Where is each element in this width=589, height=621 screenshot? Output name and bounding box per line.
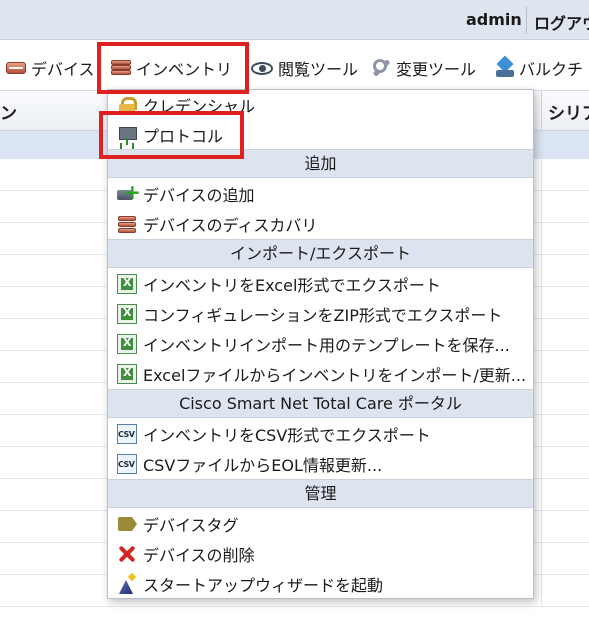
menu-item-update-eol[interactable]: CSVファイルからEOL情報更新...	[108, 449, 533, 479]
menu-item-label: インベントリインポート用のテンプレートを保存...	[143, 336, 510, 355]
menu-item-device-tags[interactable]: デバイスタグ	[108, 509, 533, 539]
excel-icon	[117, 274, 137, 294]
wizard-icon	[117, 574, 137, 594]
menu-item-add-device[interactable]: デバイスの追加	[108, 179, 533, 209]
main-toolbar: デバイス インベントリ 閲覧ツール 変更ツール バルクチ	[0, 41, 589, 91]
menu-item-label: デバイスの削除	[143, 546, 255, 565]
inventory-icon	[111, 60, 131, 76]
protocol-icon	[117, 125, 137, 145]
menu-item-label: デバイスタグ	[143, 516, 239, 535]
menu-item-label: インベントリをCSV形式でエクスポート	[143, 426, 431, 445]
lock-icon	[117, 95, 137, 115]
inventory-dropdown-menu: クレデンシャル プロトコル 追加 デバイスの追加 デバイスのディスカバリ インポ…	[107, 89, 534, 599]
menu-item-label: インベントリをExcel形式でエクスポート	[143, 276, 441, 295]
toolbar-change-tools-button[interactable]: 変更ツール	[371, 55, 476, 81]
toolbar-devices-button[interactable]: デバイス	[6, 55, 95, 81]
wrench-icon	[371, 58, 391, 78]
device-icon	[6, 62, 26, 74]
tag-icon	[117, 514, 137, 534]
bulk-icon	[496, 58, 514, 78]
toolbar-inventory-label: インベントリ	[136, 60, 233, 79]
excel-icon	[117, 364, 137, 384]
menu-item-label: CSVファイルからEOL情報更新...	[143, 456, 383, 475]
menu-section-import-export: インポート/エクスポート	[108, 239, 533, 268]
delete-icon	[117, 544, 137, 564]
menu-item-import-excel[interactable]: Excelファイルからインベントリをインポート/更新...	[108, 359, 533, 389]
menu-item-label: Excelファイルからインベントリをインポート/更新...	[143, 366, 527, 385]
column-divider	[541, 91, 542, 131]
menu-section-add: 追加	[108, 149, 533, 178]
excel-icon	[117, 334, 137, 354]
menu-item-discovery[interactable]: デバイスのディスカバリ	[108, 209, 533, 239]
top-bar: admin ログアウ	[0, 0, 589, 40]
menu-item-label: デバイスのディスカバリ	[143, 216, 318, 235]
menu-item-startup-wizard[interactable]: スタートアップウィザードを起動	[108, 569, 533, 599]
excel-icon	[117, 304, 137, 324]
menu-item-label: デバイスの追加	[143, 186, 255, 205]
menu-item-label: コンフィギュレーションをZIP形式でエクスポート	[143, 306, 503, 325]
discovery-icon	[117, 214, 137, 234]
menu-item-export-csv[interactable]: インベントリをCSV形式でエクスポート	[108, 419, 533, 449]
menu-item-delete-device[interactable]: デバイスの削除	[108, 539, 533, 569]
logout-link[interactable]: ログアウ	[534, 10, 589, 34]
username-label: admin	[466, 10, 522, 29]
add-device-icon	[117, 180, 141, 204]
column-header-name[interactable]: ン	[0, 99, 17, 124]
toolbar-view-tools-button[interactable]: 閲覧ツール	[251, 55, 358, 81]
menu-item-save-template[interactable]: インベントリインポート用のテンプレートを保存...	[108, 329, 533, 359]
eye-icon	[251, 61, 273, 75]
toolbar-bulk-label: バルクチ	[519, 60, 584, 79]
toolbar-bulk-button[interactable]: バルクチ	[496, 55, 583, 81]
csv-icon	[117, 454, 137, 474]
topbar-divider	[526, 6, 527, 34]
toolbar-view-tools-label: 閲覧ツール	[278, 60, 359, 79]
menu-section-smartnet: Cisco Smart Net Total Care ポータル	[108, 389, 533, 418]
toolbar-change-tools-label: 変更ツール	[396, 60, 477, 79]
menu-item-export-excel[interactable]: インベントリをExcel形式でエクスポート	[108, 269, 533, 299]
menu-item-label: スタートアップウィザードを起動	[143, 576, 384, 595]
menu-item-credentials[interactable]: クレデンシャル	[108, 90, 533, 120]
toolbar-inventory-button[interactable]: インベントリ	[111, 55, 232, 81]
toolbar-devices-label: デバイス	[31, 60, 95, 79]
menu-item-protocol[interactable]: プロトコル	[108, 120, 533, 150]
csv-icon	[117, 424, 137, 444]
menu-section-manage: 管理	[108, 479, 533, 508]
column-header-serial[interactable]: シリア	[548, 99, 589, 124]
menu-item-label: クレデンシャル	[143, 97, 256, 116]
menu-item-label: プロトコル	[143, 127, 224, 146]
menu-item-export-zip[interactable]: コンフィギュレーションをZIP形式でエクスポート	[108, 299, 533, 329]
